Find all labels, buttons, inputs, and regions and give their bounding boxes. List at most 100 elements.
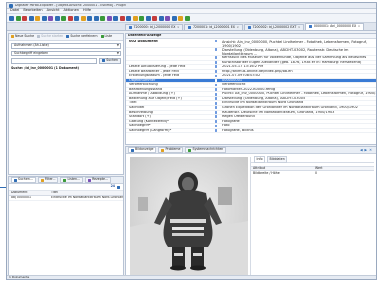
- start-search-button[interactable]: Suche starten: [37, 35, 63, 39]
- arrow-right-icon[interactable]: ▶: [365, 148, 368, 152]
- tab-info[interactable]: Info: [254, 156, 266, 163]
- list-icon: [100, 35, 104, 39]
- menu-datei[interactable]: Datei: [10, 9, 19, 13]
- toolbar-button-9[interactable]: [61, 15, 66, 21]
- toolbar-button-20[interactable]: [132, 15, 138, 21]
- field-icon: [212, 101, 220, 105]
- column-header-titel[interactable]: Titel: [49, 191, 123, 194]
- field-icon: [212, 79, 220, 82]
- refine-search-button[interactable]: Suche verfeinern: [66, 35, 98, 39]
- toolbar-button-14[interactable]: [93, 15, 99, 21]
- toolbar-button-19[interactable]: [126, 15, 131, 21]
- toolbar-button-1[interactable]: [9, 15, 14, 21]
- toolbar-button-27[interactable]: [178, 15, 183, 21]
- tab-suchen[interactable]: Suchen...: [11, 177, 36, 183]
- close-icon[interactable]: ×: [236, 25, 239, 29]
- toolbar-button-5[interactable]: [35, 15, 40, 21]
- metadata-attr: Bildbreite / Höhe: [253, 170, 280, 175]
- tab-listen[interactable]: Listen...: [60, 177, 84, 183]
- toolbar-button-13[interactable]: [87, 15, 92, 21]
- toolbar-button-7[interactable]: [48, 15, 53, 21]
- close-icon[interactable]: ×: [298, 25, 301, 29]
- toolbar-button-11[interactable]: [74, 15, 79, 21]
- field-type-icon: [214, 101, 218, 105]
- toolbar-button-16[interactable]: [106, 15, 112, 21]
- property-key: Aufnahme / Abbildung (+): [129, 92, 175, 96]
- search-button[interactable]: Suchen: [99, 58, 121, 64]
- metadata-value: 0: [315, 170, 318, 175]
- tab-document-3[interactable]: 7200002: id_L2000002 EXT ×: [243, 23, 305, 30]
- tab-systemnachrichten[interactable]: Systemnachrichten: [185, 147, 227, 153]
- chevron-down-icon: ▼: [116, 43, 119, 48]
- search-toolbar: Neue Suche Suche starten Suche verfeiner…: [9, 34, 123, 41]
- scope-select[interactable]: Aufnahmen (Ah-Liste) ▼: [11, 43, 121, 49]
- toolbar-button-21[interactable]: [139, 15, 144, 21]
- toolbar-button-23[interactable]: [152, 15, 157, 21]
- search-input[interactable]: [11, 58, 98, 64]
- close-icon[interactable]: ✕: [369, 148, 372, 152]
- image-icon: [131, 148, 134, 152]
- close-icon[interactable]: ×: [177, 25, 180, 29]
- toolbar-button-26[interactable]: [171, 15, 177, 21]
- property-value: Puchtl: Alt_inv_0000000, Puchtel Lindhei…: [222, 92, 376, 96]
- historical-photo: [130, 157, 248, 277]
- properties-list: 002 Dokument Ansicht: Ain_inv_0000000, Pu…: [126, 39, 376, 134]
- property-row[interactable]: Darstellung (Oldenburg, Altona), ABCIHT-…: [126, 48, 376, 56]
- close-icon[interactable]: ×: [358, 25, 361, 28]
- main-toolbar: [7, 14, 376, 23]
- tab-probleme[interactable]: Probleme: [158, 147, 184, 153]
- toolbar-button-15[interactable]: [100, 15, 105, 21]
- toolbar-button-18[interactable]: [119, 15, 125, 21]
- list-button[interactable]: Liste: [100, 35, 112, 39]
- toolbar-button-2[interactable]: [15, 15, 21, 21]
- tab-document-1[interactable]: 7200000: id_L2000000 EX ×: [125, 23, 184, 30]
- column-header-dokument[interactable]: Dokument: [9, 191, 49, 194]
- column-header-attribut: Attribut: [253, 165, 266, 170]
- property-value: veröffentlicht: [222, 83, 246, 87]
- toolbar-button-6[interactable]: [41, 15, 47, 21]
- field-type-icon: [214, 129, 218, 132]
- application-window: Digitaler Portal-Explorer - [Objekt-Ansi…: [6, 2, 377, 280]
- property-row[interactable]: Sachbegriff (Langform)* Fotografie, Bildn…: [126, 129, 376, 134]
- document-icon: [129, 25, 132, 29]
- toolbar-button-17[interactable]: [113, 15, 118, 21]
- menu-bearbeiten[interactable]: Bearbeiten: [23, 9, 42, 13]
- field-icon: [212, 83, 220, 87]
- property-value: Fotomarker-2022-K0000-fertig: [222, 87, 276, 91]
- table-row[interactable]: obj 0000001 Eindrucke im Nordatlantikrau…: [9, 196, 123, 201]
- toolbar-button-4[interactable]: [28, 15, 34, 21]
- mode-select[interactable]: Suchbegriff eingeben ▼: [11, 50, 121, 56]
- tab-filter[interactable]: Filter...: [37, 177, 59, 183]
- toolbar-button-28[interactable]: [184, 15, 190, 21]
- metadata-row: Bildbreite / Höhe 0: [251, 171, 374, 176]
- field-type-icon: [214, 74, 218, 78]
- refresh-icon[interactable]: [117, 185, 120, 189]
- tab-bildanzeige[interactable]: Bildanzeige: [128, 147, 157, 153]
- field-icon: [212, 48, 220, 51]
- preview-panel: Bildanzeige Probleme Systemnachrichten ◀…: [125, 146, 376, 278]
- toolbar-button-25[interactable]: [165, 15, 170, 21]
- menu-aktionen[interactable]: Aktionen: [64, 9, 80, 13]
- tab-document-4[interactable]: 0000001: Ani_0000000 EX ×: [305, 23, 365, 30]
- document-icon: [188, 25, 192, 29]
- cell-titel: Eindrucke im Nordatlantikraum Nord-Grönl…: [51, 196, 123, 200]
- field-icon: [212, 115, 220, 119]
- toolbar-button-22[interactable]: [145, 15, 151, 21]
- search-button-label: Suchen: [106, 58, 118, 63]
- new-search-button[interactable]: Neue Suche: [11, 35, 34, 39]
- tab-rezepte[interactable]: Rezepte...: [85, 177, 112, 183]
- image-navigation: ◀ ▶ ✕: [360, 148, 372, 152]
- search-icon: [14, 178, 17, 182]
- toolbar-button-12[interactable]: [80, 15, 86, 21]
- tab-bilddaten[interactable]: Bilddaten: [267, 156, 288, 163]
- field-icon: [212, 70, 220, 73]
- toolbar-button-3[interactable]: [22, 15, 27, 21]
- property-row[interactable]: 002 Dokument Ansicht: Ain_inv_0000000, Pu…: [126, 39, 376, 48]
- toolbar-button-8[interactable]: [54, 15, 60, 21]
- toolbar-button-24[interactable]: [158, 15, 164, 21]
- toolbar-button-10[interactable]: [67, 15, 73, 21]
- menu-hilfe[interactable]: Hilfe: [83, 9, 91, 13]
- menu-ansicht[interactable]: Ansicht: [47, 9, 60, 13]
- arrow-left-icon[interactable]: ◀: [360, 148, 363, 152]
- tab-document-2[interactable]: 7200001: id_L2000001 EX ×: [184, 23, 243, 30]
